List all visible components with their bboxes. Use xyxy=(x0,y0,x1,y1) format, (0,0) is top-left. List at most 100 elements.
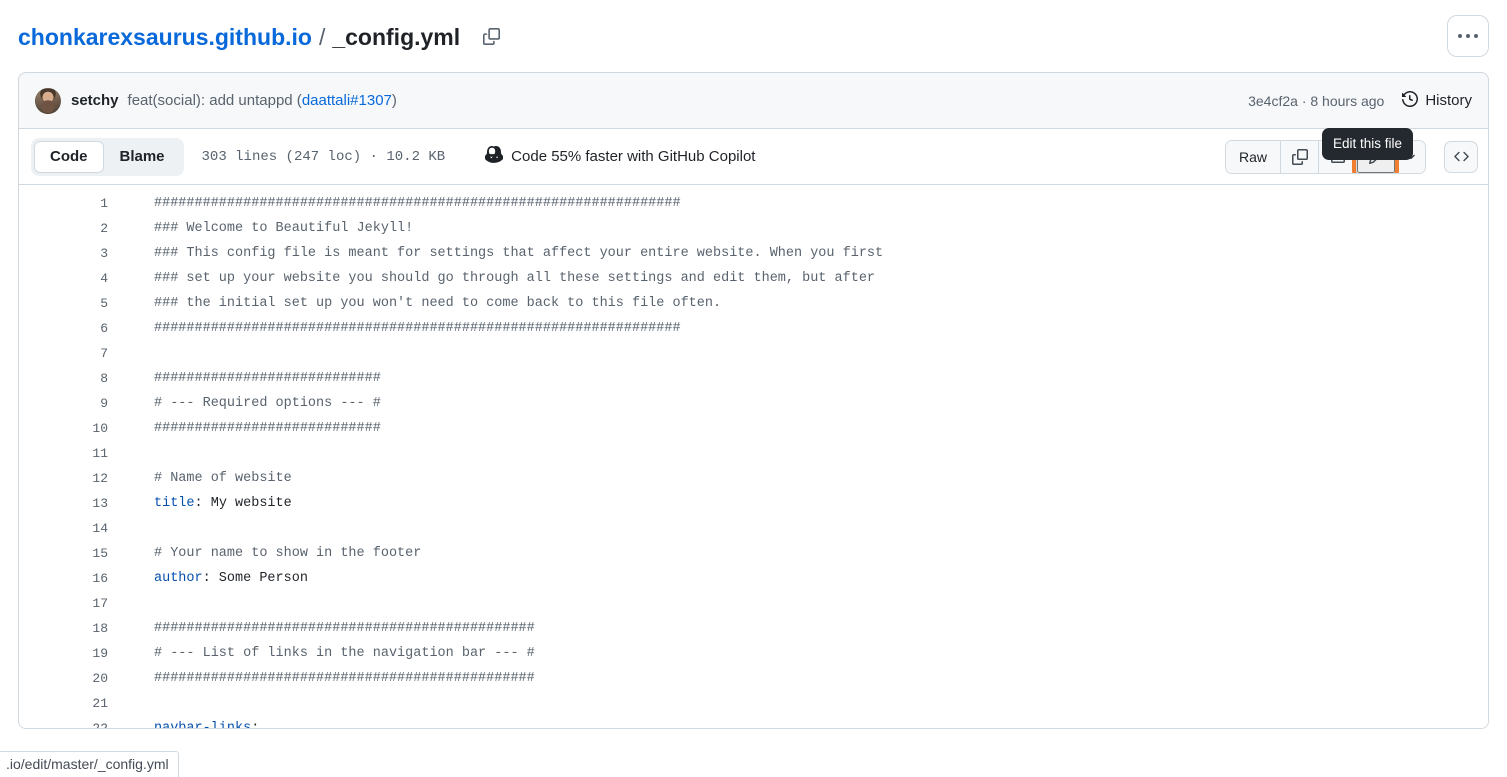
code-brackets-icon[interactable] xyxy=(1444,140,1478,173)
more-options-button[interactable] xyxy=(1447,15,1489,57)
line-number[interactable]: 18 xyxy=(19,621,109,636)
line-number[interactable]: 16 xyxy=(19,571,109,586)
tab-code[interactable]: Code xyxy=(34,140,104,173)
code-line: 4 ### set up your website you should go t… xyxy=(19,266,1488,291)
code-line: 11 xyxy=(19,441,1488,466)
line-number[interactable]: 6 xyxy=(19,321,109,336)
code-text: ########################################… xyxy=(154,621,535,636)
copilot-promo-label: Code 55% faster with GitHub Copilot xyxy=(511,148,756,165)
code-line: 16 author: Some Person xyxy=(19,566,1488,591)
code-line: 5 ### the initial set up you won't need t… xyxy=(19,291,1488,316)
code-line: 22navbar-links: xyxy=(19,716,1488,728)
copy-icon[interactable] xyxy=(1280,140,1318,173)
line-number[interactable]: 14 xyxy=(19,521,109,536)
line-number[interactable]: 7 xyxy=(19,346,109,361)
commit-meta: 3e4cf2a · 8 hours ago xyxy=(1248,93,1384,109)
line-content: ### set up your website you should go th… xyxy=(109,271,875,286)
code-line: 20 ######################################… xyxy=(19,666,1488,691)
code-text: ### the initial set up you won't need to… xyxy=(154,296,722,311)
commit-time: 8 hours ago xyxy=(1310,92,1385,109)
line-number[interactable]: 4 xyxy=(19,271,109,286)
copy-path-icon[interactable] xyxy=(476,21,506,51)
history-link[interactable]: History xyxy=(1402,90,1472,111)
code-line: 10 ############################ xyxy=(19,416,1488,441)
breadcrumb-file-name: _config.yml xyxy=(332,23,461,50)
line-content: navbar-links: xyxy=(109,721,259,728)
code-text: ### Welcome to Beautiful Jekyll! xyxy=(154,221,414,236)
commit-sha[interactable]: 3e4cf2a xyxy=(1248,93,1298,109)
commit-author-link[interactable]: setchy xyxy=(71,92,119,109)
line-number[interactable]: 21 xyxy=(19,696,109,711)
avatar[interactable] xyxy=(35,87,61,114)
breadcrumb: chonkarexsaurus.github.io / _config.yml xyxy=(18,21,1447,51)
code-blame-toggle: Code Blame xyxy=(31,137,184,176)
line-number[interactable]: 19 xyxy=(19,646,109,661)
file-stats: 303 lines (247 loc) · 10.2 KB xyxy=(201,148,446,165)
code-listing[interactable]: 1 #######################################… xyxy=(19,185,1488,728)
code-text: ########################################… xyxy=(154,671,535,686)
edit-file-tooltip: Edit this file xyxy=(1322,128,1414,160)
code-text: ### set up your website you should go th… xyxy=(154,271,876,286)
commit-meta-group: 3e4cf2a · 8 hours ago History xyxy=(1248,90,1472,111)
file-content-box: Code Blame 303 lines (247 loc) · 10.2 KB… xyxy=(18,129,1489,729)
line-number[interactable]: 9 xyxy=(19,396,109,411)
line-content: ### Welcome to Beautiful Jekyll! xyxy=(109,221,413,236)
breadcrumb-separator: / xyxy=(318,23,326,50)
line-number[interactable]: 1 xyxy=(19,196,109,211)
code-line: 7 xyxy=(19,341,1488,366)
github-file-view: chonkarexsaurus.github.io / _config.yml … xyxy=(0,0,1507,777)
commit-message: feat(social): add untappd (daattali#1307… xyxy=(128,92,397,109)
code-text: # --- Required options --- # xyxy=(154,396,381,411)
page-header: chonkarexsaurus.github.io / _config.yml xyxy=(0,0,1507,72)
yaml-value: : xyxy=(251,721,259,728)
overflow-dot xyxy=(1466,34,1470,38)
commit-message-text: feat(social): add untappd ( xyxy=(127,92,302,109)
line-number[interactable]: 2 xyxy=(19,221,109,236)
line-number[interactable]: 15 xyxy=(19,546,109,561)
yaml-value: : My website xyxy=(194,496,292,511)
code-line: 18 ######################################… xyxy=(19,616,1488,641)
line-content: ########################################… xyxy=(109,621,535,636)
commit-message-suffix: ) xyxy=(391,92,397,109)
line-number[interactable]: 20 xyxy=(19,671,109,686)
line-number[interactable]: 13 xyxy=(19,496,109,511)
code-line: 8 ############################ xyxy=(19,366,1488,391)
line-content: # Name of website xyxy=(109,471,292,486)
line-content: ########################################… xyxy=(109,671,535,686)
code-text: # Your name to show in the footer xyxy=(154,546,422,561)
browser-status-bar: .io/edit/master/_config.yml xyxy=(0,751,179,777)
code-text: # --- List of links in the navigation ba… xyxy=(154,646,535,661)
code-text: ########################################… xyxy=(154,321,681,336)
code-line: 19 # --- List of links in the navigation … xyxy=(19,641,1488,666)
code-text: ### This config file is meant for settin… xyxy=(154,246,884,261)
code-line: 15 # Your name to show in the footer xyxy=(19,541,1488,566)
code-line: 2 ### Welcome to Beautiful Jekyll! xyxy=(19,216,1488,241)
latest-commit-bar: setchy feat(social): add untappd (daatta… xyxy=(18,72,1489,129)
breadcrumb-repo-link[interactable]: chonkarexsaurus.github.io xyxy=(18,24,312,51)
yaml-key: author xyxy=(154,571,203,586)
code-text: ############################ xyxy=(154,371,381,386)
line-number[interactable]: 22 xyxy=(19,721,109,728)
line-number[interactable]: 8 xyxy=(19,371,109,386)
code-text: # Name of website xyxy=(154,471,292,486)
line-number[interactable]: 3 xyxy=(19,246,109,261)
line-content: # --- List of links in the navigation ba… xyxy=(109,646,535,661)
line-number[interactable]: 10 xyxy=(19,421,109,436)
line-content: ### This config file is meant for settin… xyxy=(109,246,883,261)
line-number[interactable]: 5 xyxy=(19,296,109,311)
raw-button[interactable]: Raw xyxy=(1225,140,1280,173)
commit-message-link[interactable]: daattali#1307 xyxy=(302,92,392,109)
line-content: author: Some Person xyxy=(109,571,308,586)
copilot-promo-link[interactable]: Code 55% faster with GitHub Copilot xyxy=(485,145,756,168)
line-number[interactable]: 17 xyxy=(19,596,109,611)
tab-blame[interactable]: Blame xyxy=(104,141,181,173)
line-number[interactable]: 11 xyxy=(19,446,109,461)
clock-icon xyxy=(1402,90,1419,111)
code-line: 12 # Name of website xyxy=(19,466,1488,491)
overflow-dot xyxy=(1474,34,1478,38)
code-line: 17 xyxy=(19,591,1488,616)
line-content: title: My website xyxy=(109,496,292,511)
line-content: ########################################… xyxy=(109,196,681,211)
line-number[interactable]: 12 xyxy=(19,471,109,486)
code-text: ############################ xyxy=(154,421,381,436)
